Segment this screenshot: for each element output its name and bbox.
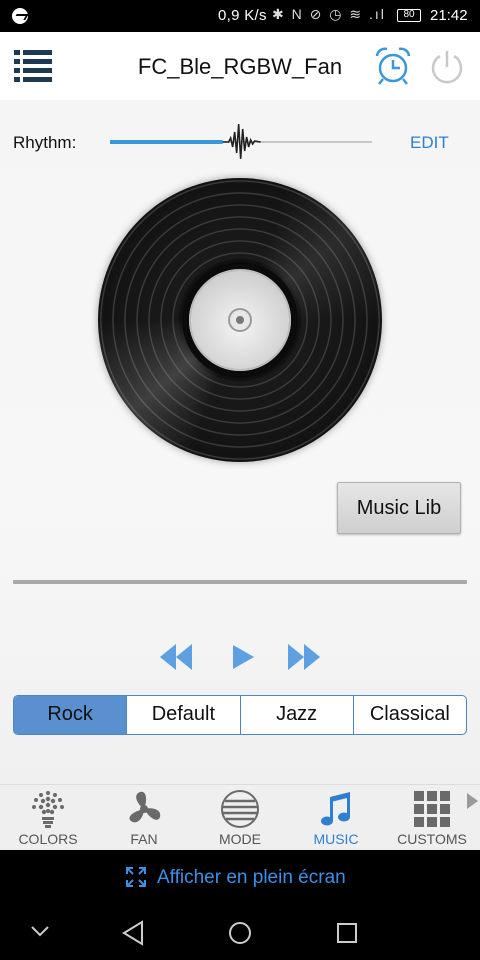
genre-jazz[interactable]: Jazz [239, 696, 353, 734]
tab-mode-label: MODE [219, 831, 261, 847]
mode-icon [221, 790, 259, 828]
genre-rock[interactable]: Rock [14, 696, 127, 734]
music-lib-button[interactable]: Music Lib [337, 482, 461, 534]
system-status-icons: ✱ N ⊘ ◷ ≋ .ıl [272, 6, 386, 22]
record-spindle-hole [228, 308, 252, 332]
hide-nav-chevron-icon[interactable] [30, 924, 50, 938]
play-icon[interactable] [230, 640, 256, 674]
rewind-icon[interactable] [158, 640, 194, 674]
music-panel: Rhythm: EDIT Music Lib Rock Default Jazz… [0, 100, 480, 784]
tab-fan-label: FAN [130, 831, 158, 847]
tab-colors[interactable]: COLORS [0, 785, 96, 851]
home-icon[interactable] [228, 921, 252, 945]
rhythm-waveform-thumb [222, 123, 261, 160]
grid-icon [414, 791, 450, 827]
genre-classical[interactable]: Classical [352, 696, 466, 734]
clock: 21:42 [430, 7, 468, 24]
more-tabs-arrow-icon[interactable] [467, 793, 478, 809]
tab-music[interactable]: MUSIC [288, 785, 384, 851]
fan-icon [129, 791, 161, 823]
recent-apps-icon[interactable] [336, 922, 358, 944]
music-note-icon [321, 792, 350, 826]
android-navigation-bar [0, 906, 480, 960]
playback-progress-bar[interactable] [13, 580, 467, 584]
vinyl-record [98, 178, 382, 462]
expand-icon [126, 867, 146, 887]
fullscreen-prompt-label: Afficher en plein écran [157, 867, 346, 888]
rhythm-label: Rhythm: [13, 133, 77, 152]
app-header: FC_Ble_RGBW_Fan [0, 32, 480, 100]
battery-icon: 80 [397, 9, 421, 22]
tab-mode[interactable]: MODE [192, 785, 288, 851]
fullscreen-prompt[interactable]: Afficher en plein écran [0, 850, 480, 906]
edit-rhythm-button[interactable]: EDIT [410, 133, 449, 153]
status-bar: 0,9 K/s ✱ N ⊘ ◷ ≋ .ıl 80 21:42 [0, 0, 480, 32]
tab-customs-label: CUSTOMS [397, 831, 467, 847]
rhythm-slider[interactable] [110, 120, 372, 164]
alarm-clock-icon[interactable] [374, 46, 412, 86]
back-icon[interactable] [121, 920, 145, 946]
tab-customs[interactable]: CUSTOMS [384, 785, 480, 851]
network-speed: 0,9 K/s [218, 7, 267, 24]
fast-forward-icon[interactable] [286, 640, 322, 674]
tab-fan[interactable]: FAN [96, 785, 192, 851]
tab-colors-label: COLORS [18, 831, 78, 847]
bottom-tab-bar: COLORS FAN MODE MUSIC CUSTOMS [0, 784, 480, 850]
tab-music-label: MUSIC [313, 831, 359, 847]
genre-selector: Rock Default Jazz Classical [13, 695, 467, 735]
bulb-icon [32, 791, 64, 828]
messenger-icon [12, 8, 28, 24]
power-icon[interactable] [428, 48, 466, 86]
genre-default[interactable]: Default [126, 696, 239, 734]
